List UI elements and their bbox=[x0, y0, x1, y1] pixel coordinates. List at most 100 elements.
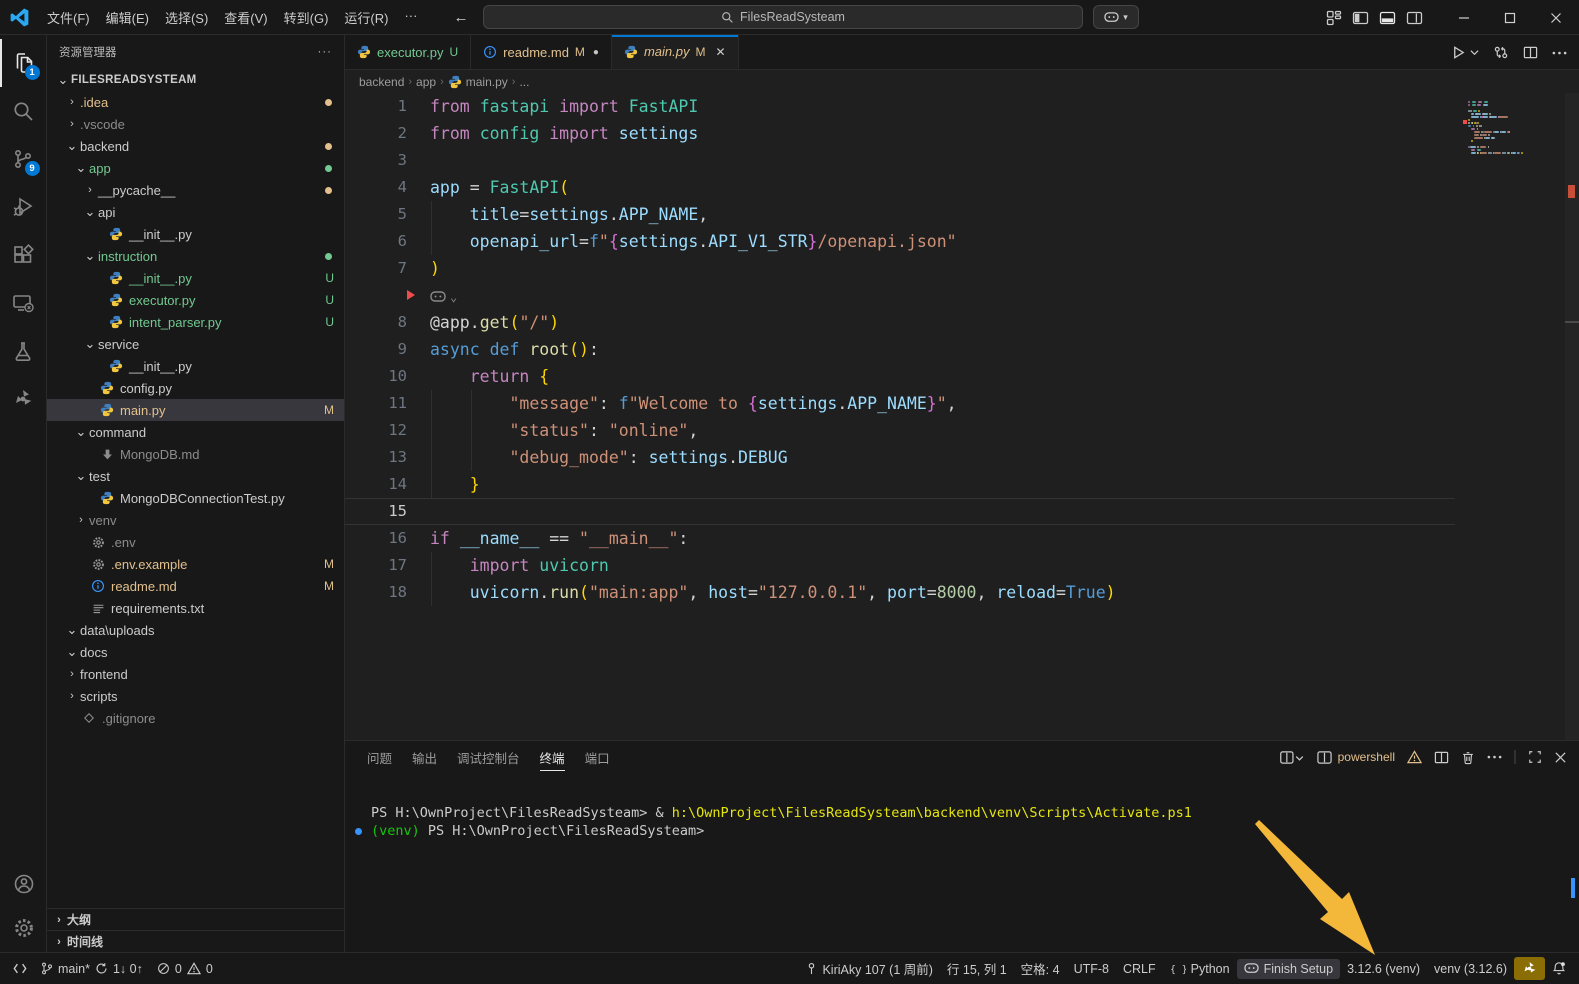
status-cursor-position[interactable]: 行 15, 列 1 bbox=[940, 956, 1014, 981]
tree-item-instruction[interactable]: ⌄instruction bbox=[47, 245, 344, 267]
menu-v[interactable]: 查看(V) bbox=[216, 5, 275, 30]
status-venv-selector[interactable]: venv (3.12.6) bbox=[1427, 959, 1514, 979]
tree-item-executor.py[interactable]: executor.pyU bbox=[47, 289, 344, 311]
tree-item-__pycache__[interactable]: ›__pycache__ bbox=[47, 179, 344, 201]
activity-settings[interactable] bbox=[0, 906, 47, 950]
status-python-interpreter[interactable]: 3.12.6 (venv) bbox=[1340, 959, 1427, 979]
breadcrumb-item-[interactable]: ... bbox=[519, 75, 529, 89]
split-editor-icon[interactable] bbox=[1523, 45, 1538, 60]
status-eol[interactable]: CRLF bbox=[1116, 959, 1163, 979]
command-center-search[interactable]: FilesReadSysteam bbox=[483, 5, 1083, 29]
menu-f[interactable]: 文件(F) bbox=[39, 5, 98, 30]
activity-testing[interactable] bbox=[0, 327, 47, 375]
menu-r[interactable]: 运行(R) bbox=[336, 5, 396, 30]
run-icon[interactable] bbox=[1451, 45, 1466, 60]
tree-item-__init__.py[interactable]: __init__.pyU bbox=[47, 267, 344, 289]
terminal[interactable]: PS H:\OwnProject\FilesReadSysteam> & h:\… bbox=[345, 773, 1579, 952]
layout-sidebar-right-icon[interactable] bbox=[1406, 10, 1423, 26]
tree-item-.gitignore[interactable]: .gitignore bbox=[47, 707, 344, 729]
status-copilot-finish-setup[interactable]: Finish Setup bbox=[1237, 959, 1340, 979]
tree-item-__init__.py[interactable]: __init__.py bbox=[47, 355, 344, 377]
tree-item-MongoDBConnectionTest.py[interactable]: MongoDBConnectionTest.py bbox=[47, 487, 344, 509]
copilot-menu-button[interactable]: ▾ bbox=[1093, 5, 1139, 29]
status-git-branch[interactable]: main*1↓ 0↑ bbox=[34, 959, 150, 979]
breadcrumb-item-mainpy[interactable]: main.py bbox=[466, 75, 508, 89]
trash-icon[interactable] bbox=[1461, 750, 1475, 765]
status-roo-code-status[interactable] bbox=[1514, 957, 1545, 980]
shell-label[interactable]: powershell bbox=[1338, 750, 1395, 764]
terminal-tab-icon[interactable] bbox=[1317, 750, 1332, 765]
status-indentation[interactable]: 空格: 4 bbox=[1014, 956, 1067, 981]
activity-remote-explorer[interactable] bbox=[0, 279, 47, 327]
tree-item-.env.example[interactable]: .env.exampleM bbox=[47, 553, 344, 575]
tree-item-readme.md[interactable]: readme.mdM bbox=[47, 575, 344, 597]
maximize-button[interactable] bbox=[1487, 0, 1533, 35]
status-encoding[interactable]: UTF-8 bbox=[1067, 959, 1116, 979]
timeline-section[interactable]: ›时间线 bbox=[47, 930, 344, 952]
copilot-suggest-icon[interactable]: ⌄ bbox=[430, 282, 457, 311]
layout-sidebar-left-icon[interactable] bbox=[1352, 10, 1369, 26]
activity-source-control[interactable]: 9 bbox=[0, 135, 47, 183]
menu-e[interactable]: 编辑(E) bbox=[98, 5, 157, 30]
status-notifications-bell[interactable] bbox=[1545, 958, 1573, 979]
menu-g[interactable]: 转到(G) bbox=[276, 5, 337, 30]
dirty-dot-icon[interactable]: ● bbox=[593, 47, 599, 58]
status-problems[interactable]: 00 bbox=[150, 959, 220, 979]
activity-search[interactable] bbox=[0, 87, 47, 135]
close-button[interactable] bbox=[1533, 0, 1579, 35]
status-remote-indicator[interactable] bbox=[6, 959, 34, 978]
terminal-scrollbar[interactable] bbox=[1571, 878, 1575, 898]
activity-extensions[interactable] bbox=[0, 231, 47, 279]
menu-overflow[interactable]: ··· bbox=[396, 5, 425, 30]
breadcrumb[interactable]: backend›app›main.py›... bbox=[345, 70, 1579, 93]
menu-s[interactable]: 选择(S) bbox=[157, 5, 216, 30]
tree-item-scripts[interactable]: ›scripts bbox=[47, 685, 344, 707]
new-terminal-dropdown-icon[interactable] bbox=[1279, 750, 1305, 765]
command-decoration-icon[interactable] bbox=[355, 828, 362, 835]
activity-roo-code[interactable] bbox=[0, 375, 47, 423]
tree-item-backend[interactable]: ⌄backend bbox=[47, 135, 344, 157]
panel-tab-端口[interactable]: 端口 bbox=[577, 742, 618, 773]
panel-tab-问题[interactable]: 问题 bbox=[359, 742, 400, 773]
tree-item-docs[interactable]: ⌄docs bbox=[47, 641, 344, 663]
tree-item-datauploads[interactable]: ⌄data\uploads bbox=[47, 619, 344, 641]
activity-run-debug[interactable] bbox=[0, 183, 47, 231]
tree-item-config.py[interactable]: config.py bbox=[47, 377, 344, 399]
tree-item-frontend[interactable]: ›frontend bbox=[47, 663, 344, 685]
tree-item-requirements.txt[interactable]: requirements.txt bbox=[47, 597, 344, 619]
tree-item-service[interactable]: ⌄service bbox=[47, 333, 344, 355]
tree-item-venv[interactable]: ›venv bbox=[47, 509, 344, 531]
maximize-icon[interactable] bbox=[1528, 750, 1542, 764]
activity-account[interactable] bbox=[0, 862, 47, 906]
warning-icon[interactable] bbox=[1407, 750, 1422, 764]
tree-item-FILESREADSYSTEAM[interactable]: ⌄FILESREADSYSTEAM bbox=[47, 69, 344, 91]
close-tab-icon[interactable]: ✕ bbox=[716, 45, 726, 59]
tree-item-MongoDB.md[interactable]: MongoDB.md bbox=[47, 443, 344, 465]
explorer-more-icon[interactable]: ··· bbox=[318, 46, 333, 58]
tree-item-intent_parser.py[interactable]: intent_parser.pyU bbox=[47, 311, 344, 333]
status-language-mode[interactable]: { }Python bbox=[1163, 959, 1237, 979]
tab-readme.md[interactable]: readme.mdM● bbox=[471, 35, 612, 69]
tree-item-test[interactable]: ⌄test bbox=[47, 465, 344, 487]
minimize-button[interactable] bbox=[1441, 0, 1487, 35]
activity-explorer[interactable]: 1 bbox=[0, 39, 47, 87]
layout-customize-icon[interactable] bbox=[1326, 10, 1342, 26]
status-blame-info[interactable]: KiriAky 107 (1 周前) bbox=[799, 956, 939, 981]
tab-main.py[interactable]: main.pyM✕ bbox=[612, 35, 739, 69]
panel-tab-终端[interactable]: 终端 bbox=[532, 742, 573, 773]
tree-item-api[interactable]: ⌄api bbox=[47, 201, 344, 223]
panel-tab-输出[interactable]: 输出 bbox=[404, 742, 445, 773]
close-icon[interactable] bbox=[1554, 751, 1567, 764]
more-icon[interactable] bbox=[1487, 755, 1502, 759]
more-icon[interactable] bbox=[1552, 51, 1567, 55]
tree-item-main.py[interactable]: main.pyM bbox=[47, 399, 344, 421]
tree-item-.vscode[interactable]: ›.vscode bbox=[47, 113, 344, 135]
back-arrow-icon[interactable]: ← bbox=[453, 9, 468, 26]
layout-panel-icon[interactable] bbox=[1379, 10, 1396, 26]
outline-section[interactable]: ›大纲 bbox=[47, 908, 344, 930]
tab-executor.py[interactable]: executor.pyU bbox=[345, 35, 471, 69]
breadcrumb-item-backend[interactable]: backend bbox=[359, 75, 404, 89]
inline-copilot-widget[interactable]: ⌄ bbox=[345, 282, 1579, 309]
split-icon[interactable] bbox=[1434, 750, 1449, 765]
dropdown-icon[interactable] bbox=[1470, 48, 1479, 57]
